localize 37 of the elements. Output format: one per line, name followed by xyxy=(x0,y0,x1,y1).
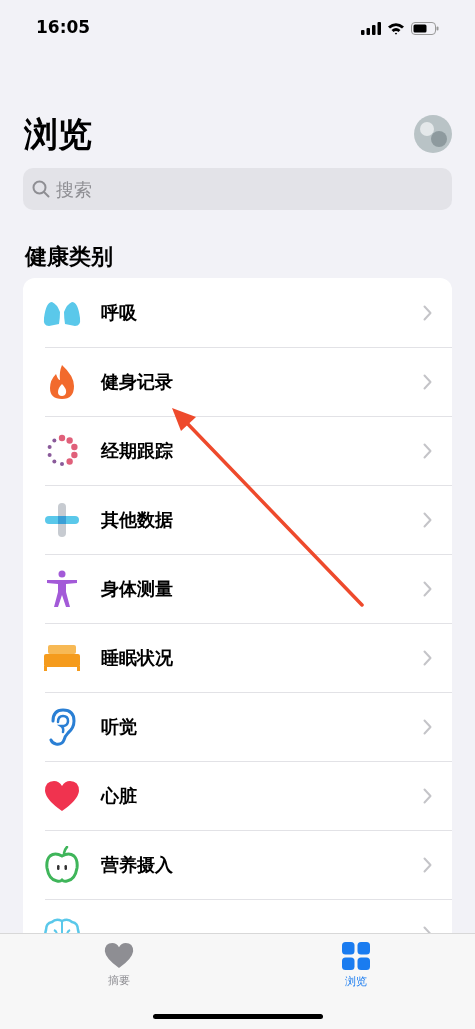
status-time: 16:05 xyxy=(36,16,91,40)
category-row[interactable]: 睡眠状况 xyxy=(23,623,452,692)
category-row[interactable]: 呼吸 xyxy=(23,278,452,347)
section-title: 健康类别 xyxy=(23,243,114,271)
heart-icon xyxy=(103,942,134,969)
search-field[interactable]: 搜索 xyxy=(23,168,452,210)
category-row[interactable]: 心脏 xyxy=(23,761,452,830)
ear-icon xyxy=(48,707,76,746)
category-label: 健身记录 xyxy=(101,370,174,394)
search-icon xyxy=(32,180,50,198)
category-row[interactable]: 身体测量 xyxy=(23,554,452,623)
category-label: 心脏 xyxy=(101,784,138,808)
avatar-icon[interactable] xyxy=(414,115,452,153)
person-icon xyxy=(45,569,79,608)
tab-item[interactable]: 浏览 xyxy=(237,934,475,991)
page-title: 浏览 xyxy=(24,113,92,156)
wifi-icon xyxy=(387,21,405,35)
category-label: 营养摄入 xyxy=(101,853,174,877)
battery-icon xyxy=(411,21,439,35)
plus-icon xyxy=(44,501,80,538)
apple-icon xyxy=(45,845,79,884)
bed-icon xyxy=(43,643,81,672)
category-label: 睡眠状况 xyxy=(101,646,174,670)
flame-icon xyxy=(48,363,76,400)
category-label: 其他数据 xyxy=(101,508,174,532)
signal-icon xyxy=(361,21,381,35)
category-row[interactable]: 健身记录 xyxy=(23,347,452,416)
category-row[interactable]: 听觉 xyxy=(23,692,452,761)
category-label: 身体测量 xyxy=(101,577,174,601)
heart-icon xyxy=(44,779,80,812)
category-label: 呼吸 xyxy=(101,301,138,325)
category-row[interactable]: 其他数据 xyxy=(23,485,452,554)
category-row[interactable]: 营养摄入 xyxy=(23,830,452,899)
category-row[interactable]: 经期跟踪 xyxy=(23,416,452,485)
category-label: 听觉 xyxy=(101,715,138,739)
category-label: 经期跟踪 xyxy=(101,439,174,463)
grid-icon xyxy=(342,942,371,970)
